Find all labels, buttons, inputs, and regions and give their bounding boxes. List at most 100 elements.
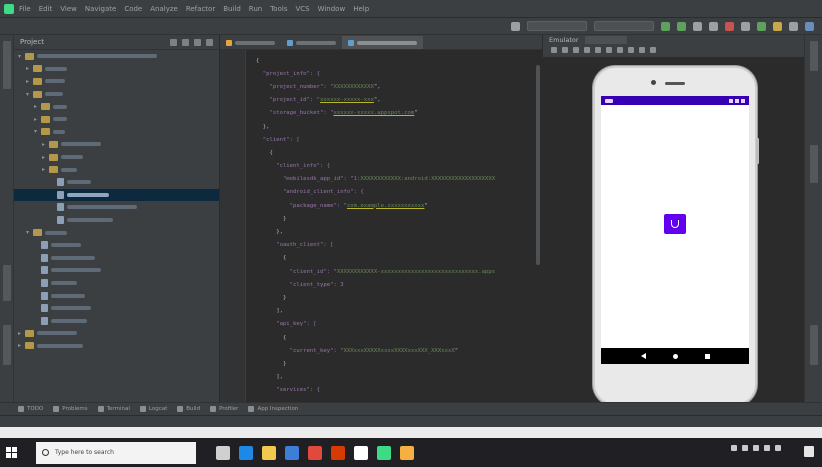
hammer-icon[interactable]	[511, 21, 520, 31]
menu-file[interactable]: File	[19, 5, 31, 13]
project-panel-title[interactable]: Project	[20, 38, 44, 46]
tree-item[interactable]: ▾	[14, 50, 219, 63]
menu-run[interactable]: Run	[249, 5, 262, 13]
menu-navigate[interactable]: Navigate	[85, 5, 116, 13]
phone-side-button[interactable]	[756, 138, 759, 164]
code-line[interactable]: {	[256, 146, 536, 159]
app-inspection-tool-button[interactable]: App Inspection	[248, 406, 298, 412]
tree-item[interactable]: ▸	[14, 151, 219, 164]
gradle-tool-tab[interactable]	[810, 41, 818, 71]
code-line[interactable]: "current_key": " XXXxxxXXXXXxxxxXXXXxxxXX…	[256, 344, 536, 357]
debug-icon[interactable]	[677, 21, 686, 31]
mail-icon[interactable]	[308, 445, 322, 460]
volume-icon[interactable]	[753, 445, 759, 451]
minimize-icon[interactable]	[206, 38, 213, 46]
menu-refactor[interactable]: Refactor	[186, 5, 215, 13]
sdk-manager-icon[interactable]	[773, 21, 782, 31]
code-line[interactable]: {	[256, 252, 536, 265]
problems-tool-button[interactable]: Problems	[53, 406, 88, 412]
code-line[interactable]: },	[256, 225, 536, 238]
search-icon[interactable]	[789, 21, 798, 31]
code-line[interactable]: "services": {	[256, 384, 536, 397]
tree-item[interactable]: ▾	[14, 226, 219, 239]
code-line[interactable]: }	[256, 212, 536, 225]
tree-item[interactable]	[14, 264, 219, 277]
device-manager-tool-tab[interactable]	[810, 145, 818, 183]
project-tool-tab[interactable]	[3, 41, 11, 89]
code-line[interactable]: {	[256, 331, 536, 344]
locate-icon[interactable]	[170, 38, 177, 46]
store-icon[interactable]	[285, 445, 299, 460]
start-button[interactable]	[0, 438, 22, 467]
volume-down-icon[interactable]	[573, 47, 579, 53]
menu-view[interactable]: View	[60, 5, 77, 13]
code-line[interactable]: }	[256, 291, 536, 304]
tree-item[interactable]: ▸	[14, 340, 219, 353]
code-line[interactable]: ],	[256, 305, 536, 318]
code-line[interactable]: "project_info": {	[256, 67, 536, 80]
tree-item[interactable]: ▸	[14, 138, 219, 151]
structure-tool-tab[interactable]	[3, 265, 11, 301]
profile-icon[interactable]	[693, 21, 702, 31]
folder-icon[interactable]	[400, 445, 414, 460]
code-line[interactable]: "client_info": {	[256, 160, 536, 173]
tree-item[interactable]: ▸	[14, 327, 219, 340]
app-logo[interactable]	[664, 214, 686, 234]
editor-tab-active[interactable]	[342, 36, 423, 49]
tree-item-selected[interactable]	[14, 188, 219, 202]
code-line[interactable]: "project_id": " xxxxxx-xxxxx-xxx ",	[256, 94, 536, 107]
profiler-tool-button[interactable]: Profiler	[210, 406, 238, 412]
power-icon[interactable]	[551, 47, 557, 53]
menu-vcs[interactable]: VCS	[295, 5, 309, 13]
menu-analyze[interactable]: Analyze	[150, 5, 178, 13]
code-line[interactable]: "client_type": 3	[256, 278, 536, 291]
settings-icon[interactable]	[805, 21, 814, 31]
editor-tab[interactable]	[220, 36, 281, 49]
tree-item[interactable]: ▾	[14, 88, 219, 101]
tree-item[interactable]	[14, 252, 219, 265]
code-line[interactable]: "storage_bucket": " xxxxxx-xxxxx.appspot.…	[256, 107, 536, 120]
language-icon[interactable]	[775, 445, 781, 451]
overview-icon[interactable]	[639, 47, 645, 53]
tree-item[interactable]	[14, 289, 219, 302]
rotate-right-icon[interactable]	[595, 47, 601, 53]
tree-item[interactable]: ▸	[14, 163, 219, 176]
nav-recent-icon[interactable]	[704, 353, 710, 359]
tree-item[interactable]	[14, 201, 219, 214]
code-line[interactable]: "package_name": " com.example.xxxxxxxxxxx…	[256, 199, 536, 212]
device-file-explorer-tool-tab[interactable]	[810, 325, 818, 365]
menu-tools[interactable]: Tools	[270, 5, 287, 13]
run-config-select[interactable]	[527, 21, 587, 31]
emulator-title[interactable]: Emulator	[549, 36, 579, 44]
menu-help[interactable]: Help	[353, 5, 369, 13]
menu-edit[interactable]: Edit	[39, 5, 53, 13]
menu-window[interactable]: Window	[318, 5, 346, 13]
nav-back-icon[interactable]	[640, 353, 646, 359]
emulator-device-tab[interactable]	[584, 36, 627, 44]
android-studio-icon[interactable]	[377, 445, 391, 460]
sync-icon[interactable]	[741, 21, 750, 31]
battery-icon[interactable]	[764, 445, 770, 451]
code-line[interactable]: },	[256, 120, 536, 133]
tree-item[interactable]: ▸	[14, 63, 219, 76]
rotate-left-icon[interactable]	[584, 47, 590, 53]
tree-item[interactable]	[14, 314, 219, 327]
phone-screen[interactable]	[601, 96, 749, 364]
task-view-icon[interactable]	[216, 445, 230, 460]
edge-icon[interactable]	[239, 445, 253, 460]
logcat-tool-button[interactable]: Logcat	[139, 406, 167, 412]
code-line[interactable]: "api_key": [	[256, 318, 536, 331]
stop-icon[interactable]	[725, 21, 734, 31]
tree-item[interactable]: ▸	[14, 113, 219, 126]
back-icon[interactable]	[617, 47, 623, 53]
code-line[interactable]: ],	[256, 371, 536, 384]
notification-center-icon[interactable]	[804, 446, 814, 457]
gear-icon[interactable]	[194, 38, 201, 46]
build-tool-button[interactable]: Build	[177, 406, 200, 412]
editor-tab[interactable]	[281, 36, 342, 49]
tree-item[interactable]	[14, 214, 219, 227]
todo-tool-button[interactable]: TODO	[18, 406, 43, 412]
code-line[interactable]: "client": [	[256, 133, 536, 146]
network-icon[interactable]	[742, 445, 748, 451]
tree-item[interactable]	[14, 239, 219, 252]
